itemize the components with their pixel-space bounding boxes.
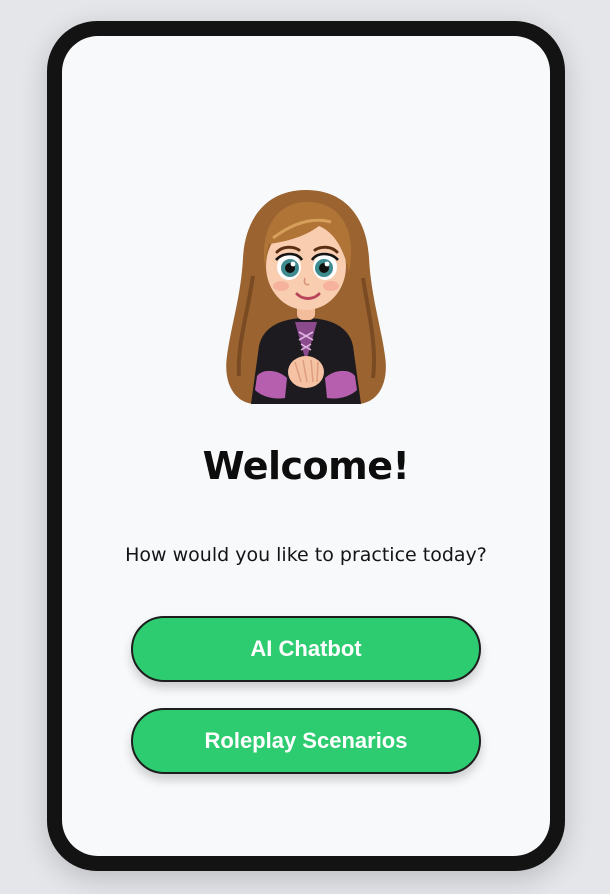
avatar-illustration: [226, 190, 386, 404]
ai-chatbot-button[interactable]: AI Chatbot: [131, 616, 481, 682]
practice-prompt: How would you like to practice today?: [125, 544, 487, 566]
phone-frame: Welcome! How would you like to practice …: [47, 21, 565, 871]
roleplay-scenarios-button[interactable]: Roleplay Scenarios: [131, 708, 481, 774]
app-screen: Welcome! How would you like to practice …: [62, 36, 550, 856]
welcome-title: Welcome!: [202, 444, 410, 488]
